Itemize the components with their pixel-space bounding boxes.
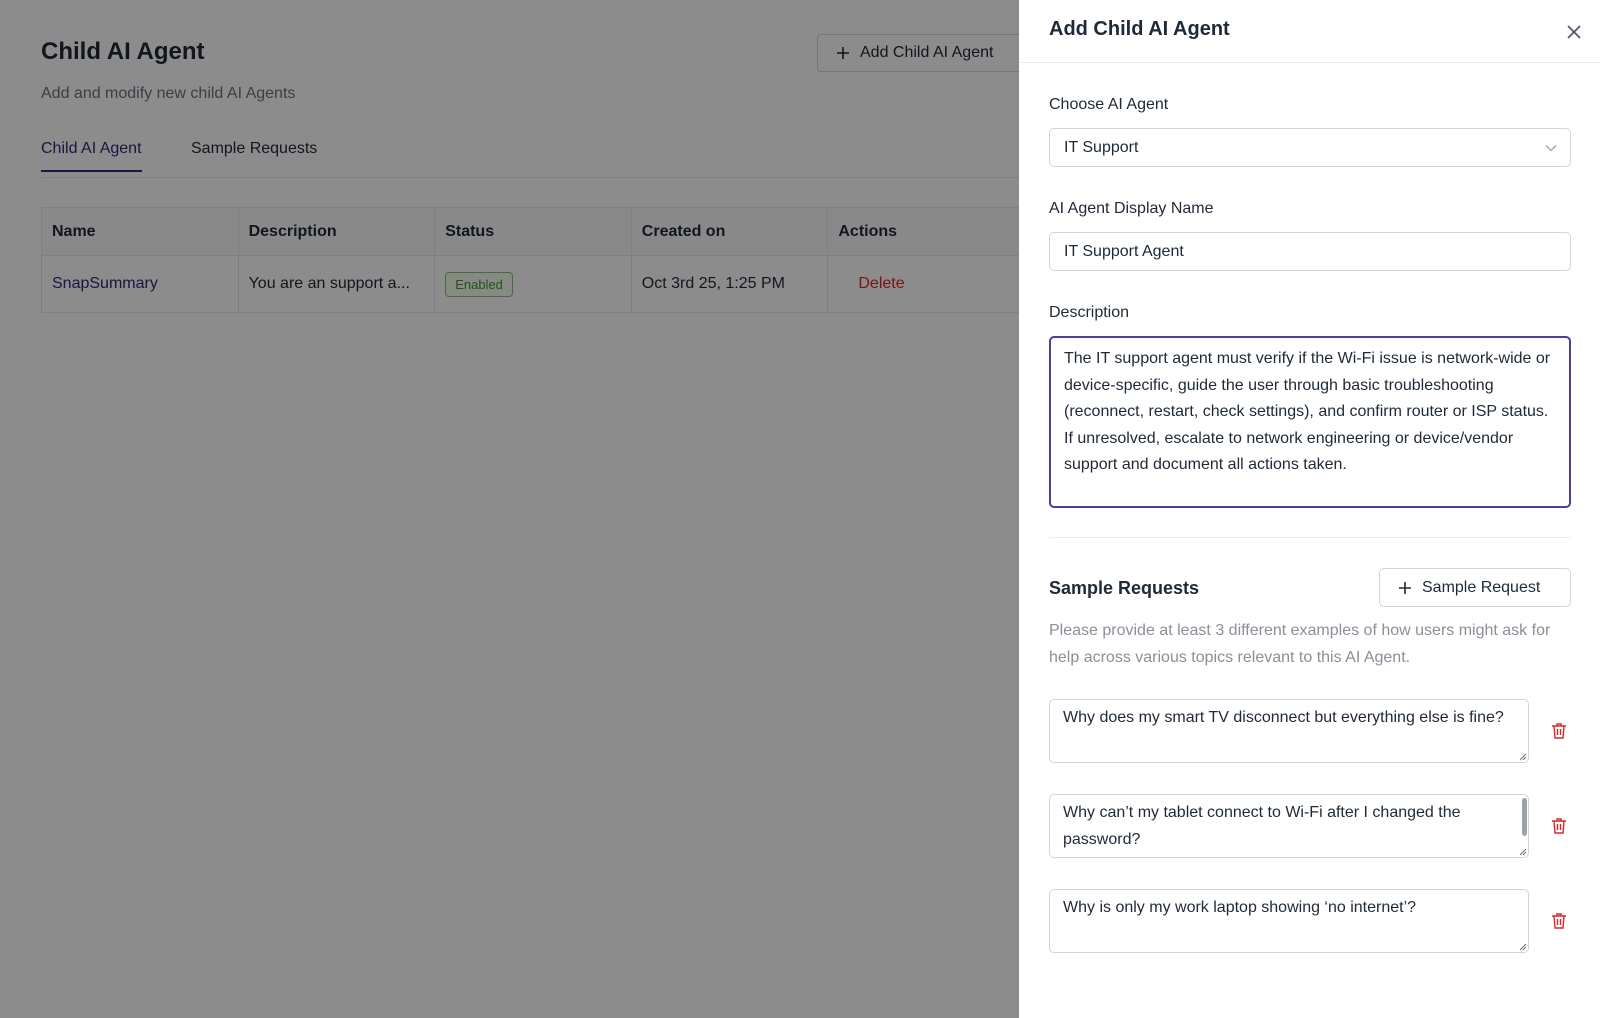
- display-name-input[interactable]: [1049, 232, 1571, 271]
- sample-request-item: Why can’t my tablet connect to Wi-Fi aft…: [1049, 794, 1529, 858]
- trash-icon[interactable]: [1550, 911, 1568, 931]
- drawer-title: Add Child AI Agent: [1049, 18, 1230, 40]
- resize-handle-icon[interactable]: [1517, 941, 1527, 951]
- scrollbar-thumb[interactable]: [1522, 798, 1527, 836]
- choose-agent-label: Choose AI Agent: [1049, 96, 1169, 113]
- choose-agent-select[interactable]: IT Support: [1049, 128, 1571, 167]
- description-label: Description: [1049, 304, 1130, 321]
- sample-request-textarea-1[interactable]: Why does my smart TV disconnect but ever…: [1049, 699, 1529, 763]
- choose-agent-selected-value: IT Support: [1064, 138, 1139, 156]
- resize-handle-icon[interactable]: [1517, 846, 1527, 856]
- add-child-agent-drawer: Add Child AI Agent Choose AI Agent IT Su…: [1019, 0, 1600, 1018]
- section-divider: [1049, 537, 1571, 538]
- sample-request-textarea-3[interactable]: Why is only my work laptop showing ‘no i…: [1049, 889, 1529, 953]
- close-icon[interactable]: [1564, 22, 1584, 42]
- sample-requests-title: Sample Requests: [1049, 578, 1200, 598]
- trash-icon[interactable]: [1550, 721, 1568, 741]
- resize-handle-icon[interactable]: [1517, 751, 1527, 761]
- description-textarea[interactable]: The IT support agent must verify if the …: [1049, 336, 1571, 508]
- sample-request-item: Why does my smart TV disconnect but ever…: [1049, 699, 1529, 763]
- plus-icon: [1399, 581, 1411, 594]
- display-name-label: AI Agent Display Name: [1049, 200, 1214, 217]
- add-sample-request-button[interactable]: Sample Request: [1379, 568, 1571, 607]
- sample-request-item: Why is only my work laptop showing ‘no i…: [1049, 889, 1529, 953]
- drawer-header: Add Child AI Agent: [1019, 0, 1600, 63]
- sample-request-textarea-2[interactable]: Why can’t my tablet connect to Wi-Fi aft…: [1049, 794, 1529, 858]
- sample-requests-help-text: Please provide at least 3 different exam…: [1049, 622, 1551, 666]
- trash-icon[interactable]: [1550, 816, 1568, 836]
- add-sample-request-label: Sample Request: [1422, 578, 1541, 596]
- chevron-down-icon: [1545, 145, 1557, 152]
